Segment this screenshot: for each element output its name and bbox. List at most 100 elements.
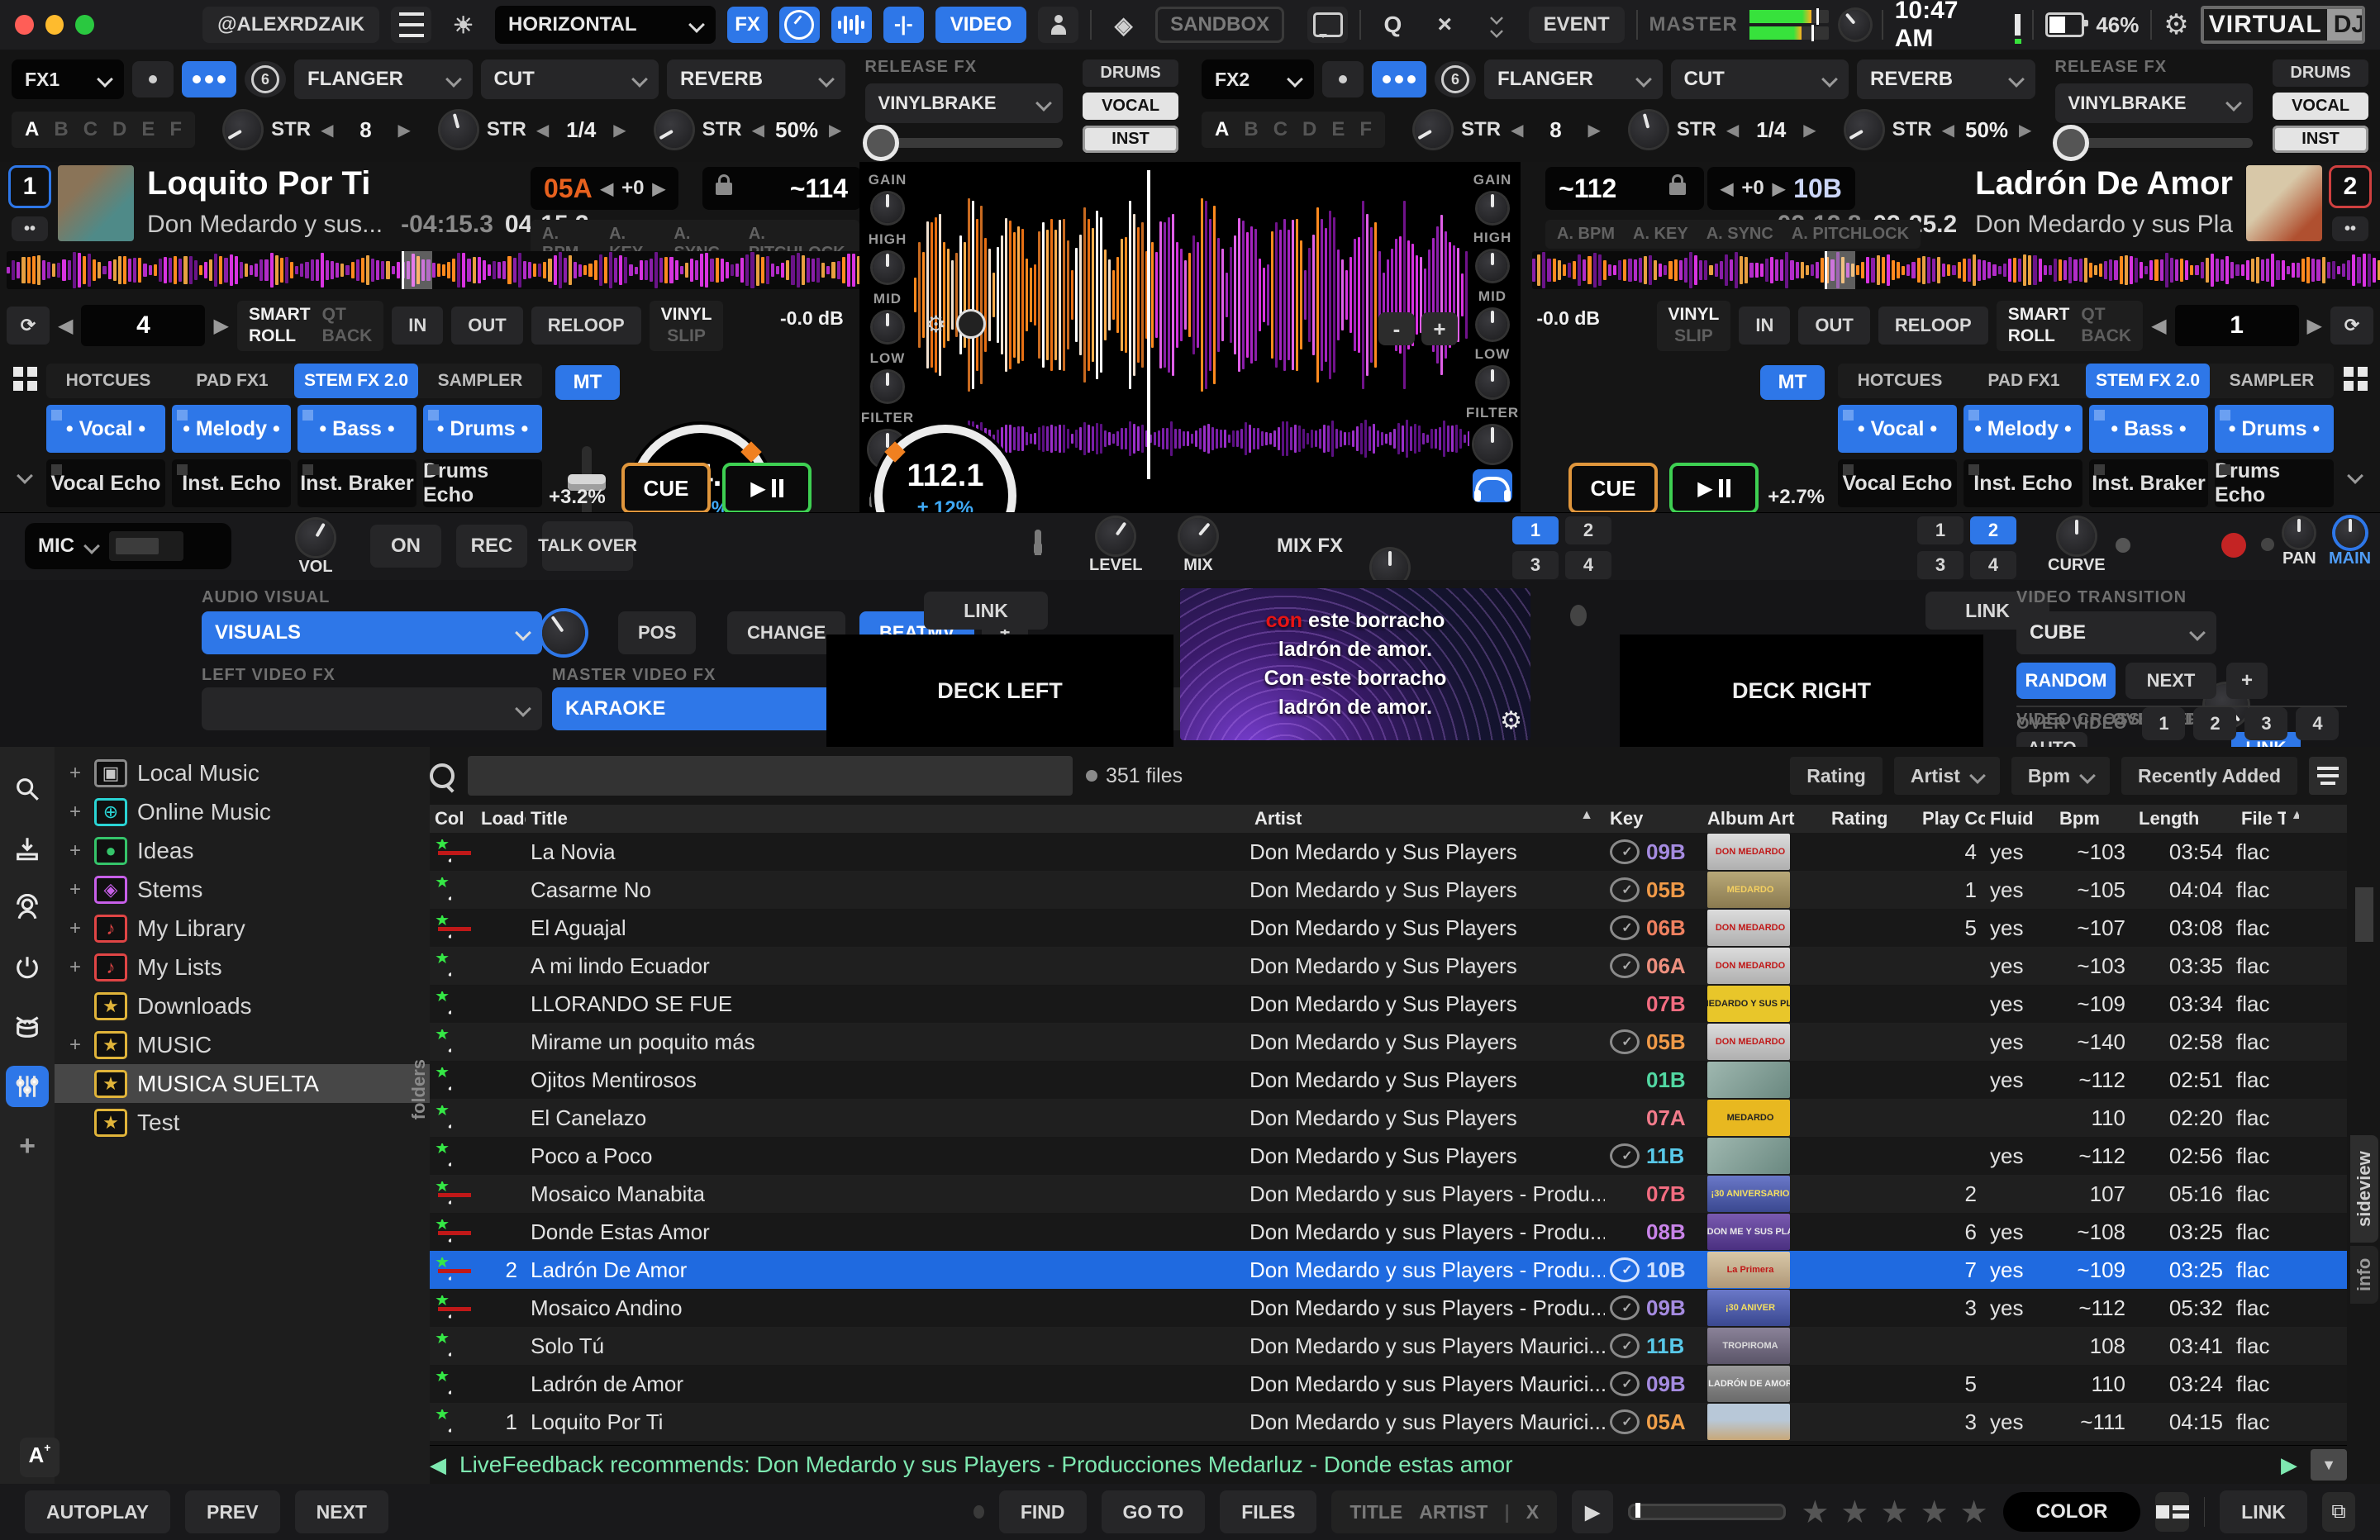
deck1-bpm-display[interactable]: ~114 <box>702 167 861 210</box>
sandbox-button[interactable]: SANDBOX <box>1155 7 1284 43</box>
automix-button[interactable]: A+ <box>20 1438 60 1477</box>
add-transition-button[interactable]: + <box>2226 663 2268 699</box>
karaoke-preview-panel[interactable]: con este borracho ladrón de amor. Con es… <box>1180 588 1530 740</box>
left-video-fx-select[interactable] <box>202 687 542 730</box>
sidebar-item-stems[interactable]: +◈Stems <box>55 870 430 909</box>
filter-recently-added[interactable]: Recently Added <box>2121 757 2297 795</box>
pos-button[interactable]: POS <box>618 611 696 654</box>
over-video-1[interactable]: 1 <box>2142 707 2185 740</box>
table-row[interactable]: ♪♪★ Mosaico ManabitaDon Medardo y sus Pl… <box>430 1175 2347 1213</box>
assign-3[interactable]: 3 <box>1512 551 1559 579</box>
pad-bass[interactable]: • Bass • <box>298 405 416 453</box>
deck-left-video-panel[interactable]: DECK LEFT <box>826 635 1173 747</box>
deck1-gain-knob[interactable] <box>873 193 902 223</box>
mic-section[interactable]: MIC <box>25 523 231 569</box>
message-button[interactable] <box>1307 7 1348 43</box>
user-account-button[interactable]: @ALEXRDZAIK <box>202 7 379 43</box>
sidebar-item-online-music[interactable]: +⊕Online Music <box>55 792 430 831</box>
pad-inst-braker[interactable]: Inst. Braker <box>298 459 416 507</box>
tab-hotcues[interactable]: HOTCUES <box>1838 364 1962 398</box>
headphone-mix-knob[interactable] <box>1180 518 1216 554</box>
video-transition-select[interactable]: CUBE <box>2016 611 2216 654</box>
table-row[interactable]: ♪♪★ El CanelazoDon Medardo y Sus Players… <box>430 1099 2347 1137</box>
deck2-pad-collapse-chevron[interactable] <box>2347 468 2363 484</box>
recommend-text[interactable]: LiveFeedback recommends: Don Medardo y s… <box>459 1452 1513 1478</box>
add-panel-icon[interactable]: + <box>6 1125 49 1167</box>
fx1-single-button[interactable] <box>132 61 174 97</box>
pad-melody[interactable]: • Melody • <box>1963 405 2082 453</box>
visuals-select[interactable]: VISUALS <box>202 611 542 654</box>
mic-rec-button[interactable]: REC <box>456 525 527 568</box>
pad-melody[interactable]: • Melody • <box>172 405 291 453</box>
fx-panel-button[interactable]: FX <box>727 7 768 43</box>
deck2-pad-grid-button[interactable] <box>2344 367 2368 391</box>
deck2-high-knob[interactable] <box>1478 251 1507 281</box>
deck2-low-knob[interactable] <box>1478 368 1507 397</box>
fx1-bank-letters[interactable]: ABCDEF <box>12 112 195 148</box>
rating-stars[interactable]: ★★★★★ <box>1801 1494 1987 1531</box>
table-row[interactable]: ♪♪★ Ojitos MentirososDon Medardo y Sus P… <box>430 1061 2347 1099</box>
tab-stemfx[interactable]: STEM FX 2.0 <box>2086 364 2210 398</box>
deck1-number-badge[interactable]: 1 <box>8 165 51 208</box>
layout-select[interactable]: HORIZONTAL <box>495 6 716 44</box>
filter-bpm[interactable]: Bpm <box>2011 757 2110 795</box>
waveform-view-button[interactable] <box>831 7 872 43</box>
files-button[interactable]: FILES <box>1220 1490 1316 1533</box>
assign-4[interactable]: 4 <box>1565 551 1611 579</box>
preview-progress[interactable] <box>1628 1504 1787 1520</box>
jogwheel-view-button[interactable] <box>779 7 820 43</box>
fx1-param1[interactable]: STR◀8▶ <box>225 112 411 148</box>
deck2-vinyl-slip-button[interactable]: VINYLSLIP <box>1657 301 1731 351</box>
pad-vocal-echo[interactable]: Vocal Echo <box>46 459 165 507</box>
fx1-slot2-select[interactable]: CUT <box>481 59 659 99</box>
deck2-loop-out-button[interactable]: OUT <box>1798 307 1869 345</box>
crossfader-curve-knob[interactable] <box>2059 518 2095 554</box>
fx2-single-button[interactable] <box>1322 61 1364 97</box>
deck2-loop-half-button[interactable]: ◀ <box>2151 314 2166 338</box>
tab-stemfx[interactable]: STEM FX 2.0 <box>294 364 418 398</box>
visuals-knob[interactable] <box>542 611 585 654</box>
deck1-mid-knob[interactable] <box>873 312 902 342</box>
deck2-cue-button[interactable]: CUE <box>1568 463 1658 514</box>
recommend-prev-button[interactable]: ◀ <box>430 1452 446 1478</box>
fx2-bank-letters[interactable]: ABCDEF <box>1202 112 1385 148</box>
deck1-pad-collapse-chevron[interactable] <box>17 468 33 484</box>
window-close-button[interactable] <box>15 15 34 35</box>
fx1-multi-button[interactable] <box>182 61 236 97</box>
deck2-filter-knob[interactable] <box>1474 426 1511 463</box>
fx1-param2[interactable]: STR◀1/4▶ <box>440 112 626 148</box>
search-scope-group[interactable]: TITLEARTIST|X <box>1331 1490 1557 1533</box>
fx1-slot1-select[interactable]: FLANGER <box>294 59 473 99</box>
deck1-pad-grid-button[interactable] <box>13 367 37 391</box>
sandbox-icon-button[interactable]: ◈ <box>1103 7 1144 43</box>
mixer-icon[interactable] <box>6 1066 49 1107</box>
fx2-six-button[interactable]: 6 <box>1435 61 1476 97</box>
assign-2[interactable]: 2 <box>1970 516 2016 544</box>
deck1-loop-double-button[interactable]: ▶ <box>213 314 228 338</box>
table-row[interactable]: ♪♪★ Ladrón de AmorDon Medardo y sus Play… <box>430 1365 2347 1403</box>
pad-drums[interactable]: • Drums • <box>2215 405 2334 453</box>
table-row[interactable]: ♪♪★ Poco a PocoDon Medardo y Sus Players… <box>430 1137 2347 1175</box>
find-button[interactable]: FIND <box>999 1490 1087 1533</box>
assign-1[interactable]: 1 <box>1917 516 1963 544</box>
pad-drums[interactable]: • Drums • <box>423 405 542 453</box>
power-icon[interactable] <box>6 947 49 988</box>
deck2-reloop-button[interactable]: RELOOP <box>1878 307 1988 345</box>
filter-artist[interactable]: Artist <box>1894 757 2000 795</box>
table-row[interactable]: ♪♪★ Casarme NoDon Medardo y Sus Players … <box>430 871 2347 909</box>
sidebar-item-musica-suelta[interactable]: ★MUSICA SUELTA <box>55 1064 430 1103</box>
deck2-loop-size[interactable]: 1 <box>2175 305 2299 346</box>
main-volume-knob[interactable] <box>2335 518 2365 548</box>
table-row[interactable]: ♪♪★ Donde Estas AmorDon Medardo y sus Pl… <box>430 1213 2347 1251</box>
release-fx-slider-right[interactable] <box>2055 138 2254 148</box>
folders-tab[interactable]: folders <box>408 1059 430 1119</box>
tab-hotcues[interactable]: HOTCUES <box>46 364 170 398</box>
sidebar-item-music[interactable]: +★MUSIC <box>55 1025 430 1064</box>
prev-button[interactable]: PREV <box>185 1490 280 1533</box>
pad-bass[interactable]: • Bass • <box>2089 405 2208 453</box>
master-volume-knob[interactable] <box>1840 10 1870 40</box>
tab-sampler[interactable]: SAMPLER <box>2210 364 2334 398</box>
deck1-low-knob[interactable] <box>873 372 902 402</box>
table-row[interactable]: ♪♪★ Mirame un poquito másDon Medardo y S… <box>430 1023 2347 1061</box>
over-video-3[interactable]: 3 <box>2244 707 2287 740</box>
